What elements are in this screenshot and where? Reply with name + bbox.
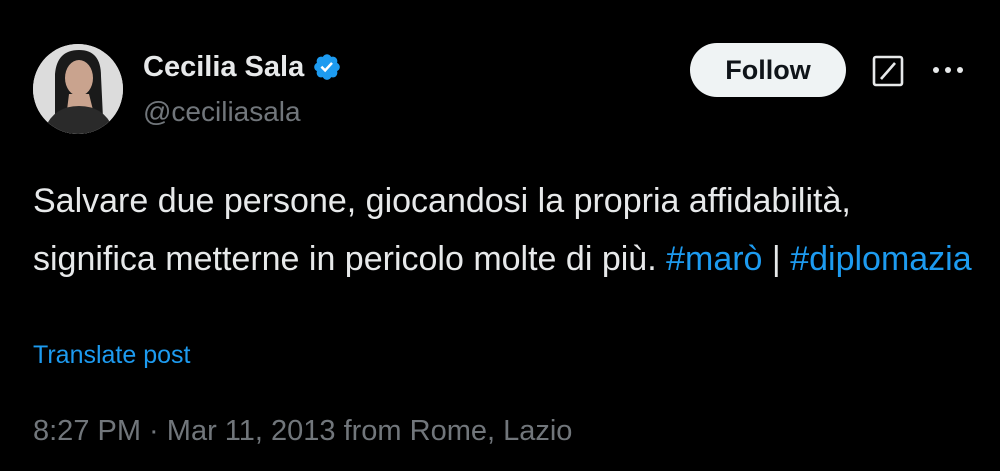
post-date[interactable]: Mar 11, 2013 [167,415,336,447]
translate-post-link[interactable]: Translate post [33,340,190,370]
post-location: from Rome, Lazio [335,415,573,447]
meta-dot: · [141,415,167,447]
author-handle[interactable]: @ceciliasala [143,96,301,128]
avatar[interactable] [33,44,123,134]
hashtag-maro[interactable]: #marò [666,240,762,278]
tweet-text: Salvare due persone, giocandosi la propr… [33,172,973,288]
author-name-row[interactable]: Cecilia Sala [143,50,342,84]
hashtag-diplomazia[interactable]: #diplomazia [790,240,971,278]
follow-button[interactable]: Follow [690,43,846,97]
verified-badge-icon[interactable] [312,52,342,82]
avatar-photo [33,44,123,134]
grok-icon[interactable] [872,55,904,87]
post-time[interactable]: 8:27 PM [33,415,141,447]
hashtag-separator: | [762,240,791,278]
author-display-name[interactable]: Cecilia Sala [143,50,304,84]
post-metadata: 8:27 PM · Mar 11, 2013 from Rome, Lazio [33,414,572,448]
more-options-icon[interactable] [928,58,968,82]
